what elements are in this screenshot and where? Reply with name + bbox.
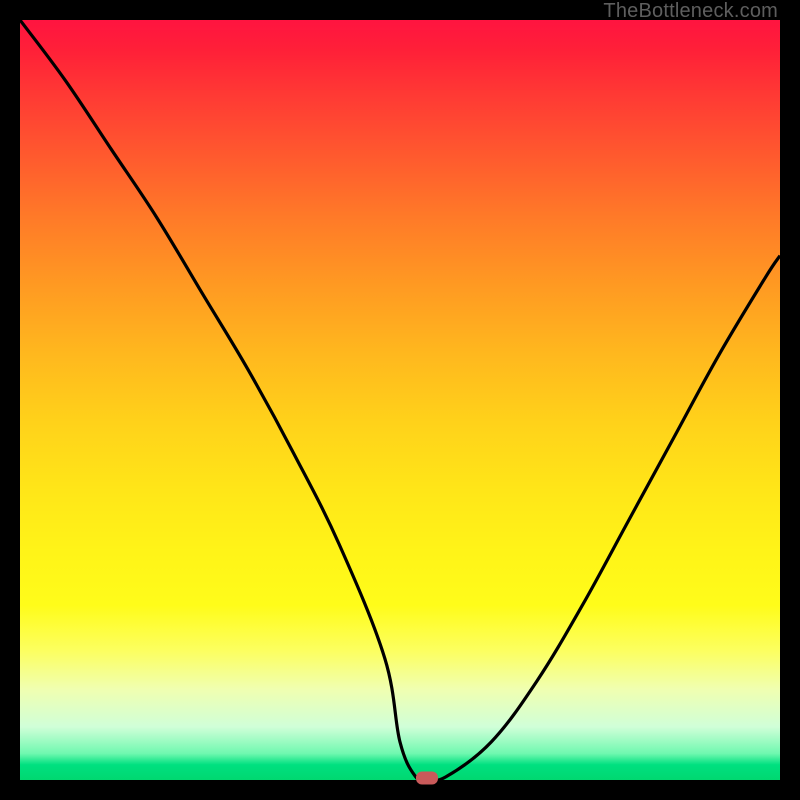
plot-area (20, 20, 780, 780)
minimum-marker (416, 772, 438, 785)
watermark-text: TheBottleneck.com (603, 0, 778, 23)
bottleneck-curve (20, 20, 780, 780)
